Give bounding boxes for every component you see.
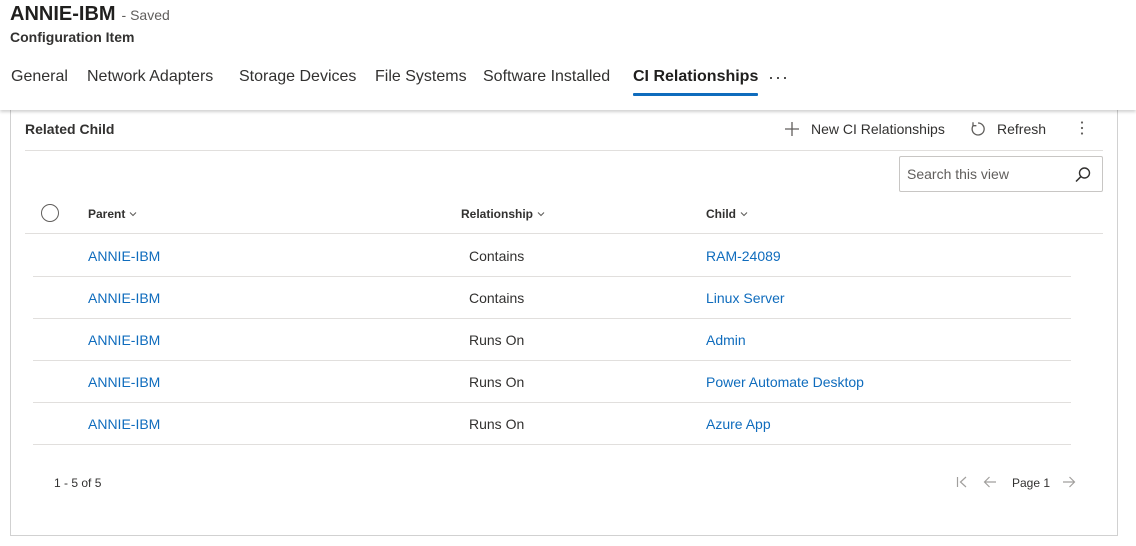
next-page-button[interactable] [1061,474,1077,490]
arrow-left-icon [983,476,996,488]
title-row: ANNIE-IBM - Saved [10,3,170,26]
table-row[interactable]: ANNIE-IBM Contains Linux Server [33,277,1071,319]
new-ci-relationships-button[interactable]: New CI Relationships [783,116,945,142]
record-title: ANNIE-IBM [10,3,116,25]
parent-link[interactable]: ANNIE-IBM [88,290,160,306]
first-page-button[interactable] [954,474,970,490]
plus-icon [783,120,801,138]
column-header-relationship[interactable]: Relationship [461,207,545,221]
tab-network-adapters[interactable]: Network Adapters [87,66,213,96]
section-title: Related Child [25,121,115,137]
previous-page-button[interactable] [982,474,998,490]
relationship-value: Runs On [469,416,525,432]
table-row[interactable]: ANNIE-IBM Runs On Admin [33,319,1071,361]
page-label: Page 1 [1012,476,1051,490]
search-icon[interactable] [1074,166,1092,184]
child-link[interactable]: Power Automate Desktop [706,374,864,390]
form-header: ANNIE-IBM - Saved Configuration Item Gen… [0,0,1136,110]
new-ci-relationships-label: New CI Relationships [811,121,945,137]
child-link[interactable]: RAM-24089 [706,248,781,264]
tab-ci-relationships[interactable]: CI Relationships [633,66,759,96]
grid-rows: ANNIE-IBM Contains RAM-24089 ANNIE-IBM C… [33,235,1071,445]
select-all-radio[interactable] [41,204,59,222]
search-input[interactable] [907,166,1077,182]
relationship-value: Contains [469,248,525,264]
search-box[interactable] [899,156,1103,192]
record-count: 1 - 5 of 5 [54,476,102,490]
parent-link[interactable]: ANNIE-IBM [88,248,160,264]
parent-link[interactable]: ANNIE-IBM [88,416,160,432]
relationship-value: Contains [469,290,525,306]
section-divider [25,150,1103,151]
column-header-child[interactable]: Child [706,207,748,221]
column-header-parent-label: Parent [88,207,126,221]
grid-header: Parent Relationship Child [25,198,1103,234]
refresh-label: Refresh [997,121,1047,137]
parent-link[interactable]: ANNIE-IBM [88,332,160,348]
child-link[interactable]: Admin [706,332,746,348]
table-row[interactable]: ANNIE-IBM Contains RAM-24089 [33,235,1071,277]
parent-link[interactable]: ANNIE-IBM [88,374,160,390]
child-link[interactable]: Linux Server [706,290,785,306]
chevron-down-icon [537,212,545,217]
column-header-child-label: Child [706,207,736,221]
chevron-down-icon [129,212,137,217]
arrow-right-icon [1063,476,1076,488]
tab-file-systems[interactable]: File Systems [375,66,467,96]
table-row[interactable]: ANNIE-IBM Runs On Azure App [33,403,1071,445]
more-tabs-button[interactable]: ··· [768,68,789,86]
tab-software-installed[interactable]: Software Installed [483,66,610,96]
child-link[interactable]: Azure App [706,416,771,432]
relationship-value: Runs On [469,332,525,348]
tab-storage-devices[interactable]: Storage Devices [239,66,356,96]
table-row[interactable]: ANNIE-IBM Runs On Power Automate Desktop [33,361,1071,403]
relationship-value: Runs On [469,374,525,390]
related-child-section: Related Child New CI Relationships Refre… [10,110,1118,536]
first-page-icon [956,476,967,488]
more-vertical-icon [1080,120,1084,139]
chevron-down-icon [740,212,748,217]
column-header-parent[interactable]: Parent [88,207,137,221]
refresh-button[interactable]: Refresh [969,116,1046,142]
saved-status: - Saved [121,7,170,23]
tab-general[interactable]: General [11,66,68,96]
more-commands-button[interactable] [1075,116,1089,142]
pager: Page 1 [954,472,1104,492]
entity-name: Configuration Item [10,29,135,45]
column-header-relationship-label: Relationship [461,207,534,221]
refresh-icon [969,120,987,138]
